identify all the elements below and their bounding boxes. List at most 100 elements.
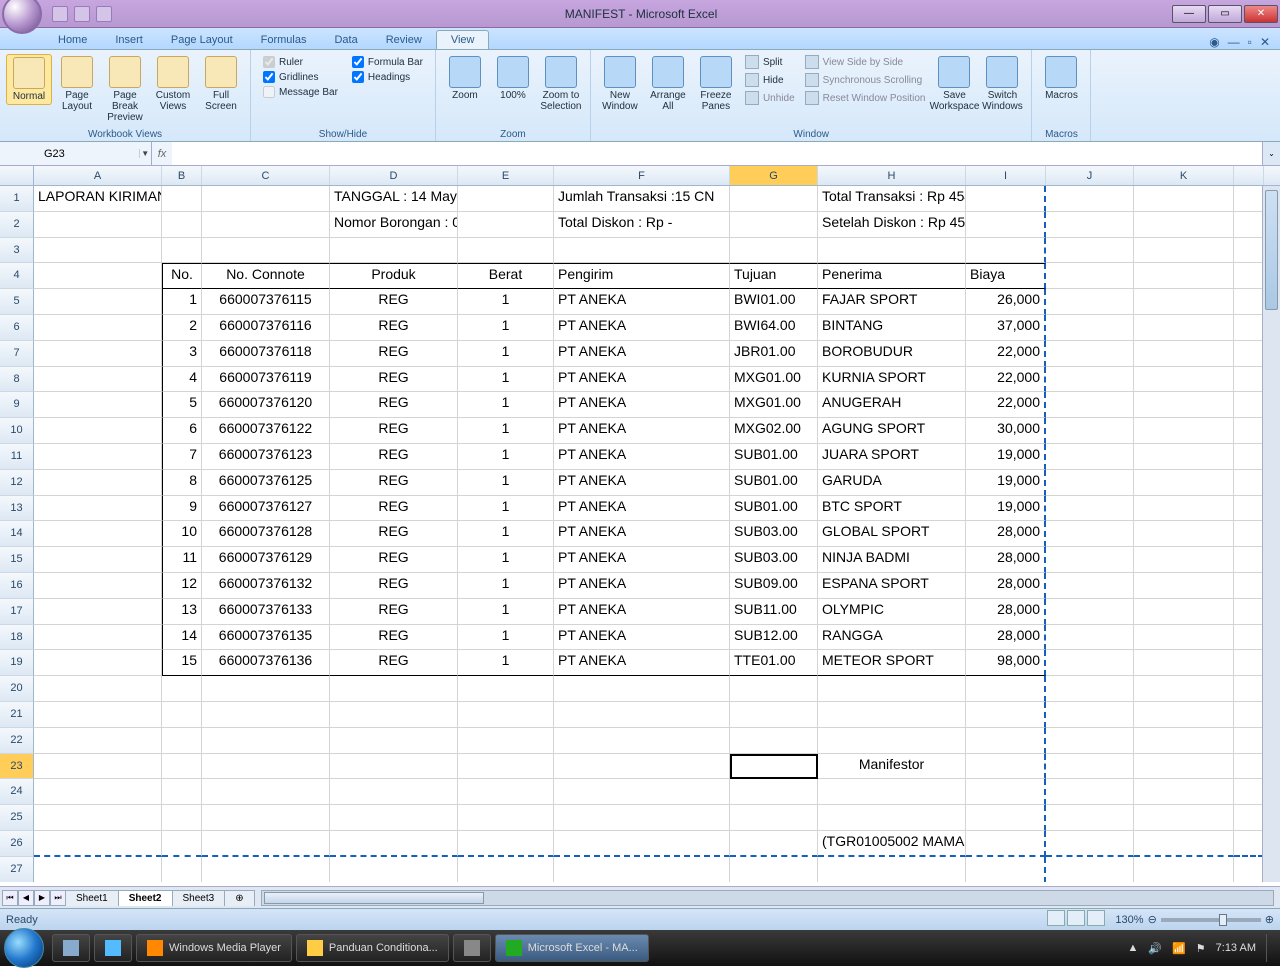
cell[interactable] bbox=[202, 857, 330, 882]
cell[interactable] bbox=[1234, 676, 1264, 702]
cell[interactable] bbox=[1134, 831, 1234, 857]
cell[interactable]: GARUDA bbox=[818, 470, 966, 496]
cell[interactable]: REG bbox=[330, 392, 458, 418]
cell[interactable] bbox=[1134, 444, 1234, 470]
cell[interactable] bbox=[162, 728, 202, 754]
cell[interactable]: REG bbox=[330, 547, 458, 573]
cell[interactable]: 1 bbox=[458, 599, 554, 625]
cell[interactable] bbox=[458, 831, 554, 857]
cell[interactable]: 1 bbox=[162, 289, 202, 315]
cell[interactable]: SUB03.00 bbox=[730, 547, 818, 573]
cell[interactable]: REG bbox=[330, 289, 458, 315]
cell[interactable]: 660007376127 bbox=[202, 496, 330, 522]
cell[interactable] bbox=[202, 676, 330, 702]
cell[interactable]: 1 bbox=[458, 650, 554, 676]
cell[interactable] bbox=[1234, 367, 1264, 393]
show-desktop[interactable] bbox=[1266, 934, 1276, 962]
cell[interactable] bbox=[554, 238, 730, 264]
cell[interactable]: REG bbox=[330, 341, 458, 367]
tab-review[interactable]: Review bbox=[372, 31, 436, 49]
row-header-7[interactable]: 7 bbox=[0, 341, 34, 367]
worksheet-grid[interactable]: A B C D E F G H I J K 1LAPORAN KIRIMAN B… bbox=[0, 166, 1280, 886]
cell[interactable]: Tujuan bbox=[730, 263, 818, 289]
cell[interactable] bbox=[1134, 186, 1234, 212]
reset-pos-button[interactable]: Reset Window Position bbox=[801, 90, 930, 106]
horizontal-scrollbar[interactable] bbox=[261, 890, 1274, 906]
cell[interactable] bbox=[1046, 857, 1134, 882]
cell[interactable]: 1 bbox=[458, 418, 554, 444]
cell[interactable] bbox=[162, 857, 202, 882]
formula-bar-checkbox[interactable]: Formula Bar bbox=[352, 56, 423, 68]
gridlines-checkbox[interactable]: Gridlines bbox=[263, 71, 338, 83]
cell[interactable] bbox=[1046, 573, 1134, 599]
cell[interactable] bbox=[1234, 289, 1264, 315]
cell[interactable] bbox=[34, 289, 162, 315]
col-header-F[interactable]: F bbox=[554, 166, 730, 185]
cell[interactable]: 1 bbox=[458, 547, 554, 573]
cell[interactable] bbox=[1134, 470, 1234, 496]
start-button[interactable] bbox=[4, 928, 44, 968]
zoom-100-button[interactable]: 100% bbox=[490, 54, 536, 103]
cell[interactable]: 660007376135 bbox=[202, 625, 330, 651]
cell[interactable]: Total Diskon : Rp - bbox=[554, 212, 730, 238]
cell[interactable] bbox=[330, 754, 458, 780]
cell[interactable]: 28,000 bbox=[966, 573, 1046, 599]
cell[interactable]: 13 bbox=[162, 599, 202, 625]
cell[interactable] bbox=[458, 857, 554, 882]
cell[interactable]: REG bbox=[330, 315, 458, 341]
cell[interactable] bbox=[1046, 496, 1134, 522]
row-header-15[interactable]: 15 bbox=[0, 547, 34, 573]
cell[interactable]: 660007376118 bbox=[202, 341, 330, 367]
cell[interactable]: ANUGERAH bbox=[818, 392, 966, 418]
cell[interactable] bbox=[1234, 625, 1264, 651]
cell[interactable]: 660007376136 bbox=[202, 650, 330, 676]
cell[interactable]: 19,000 bbox=[966, 496, 1046, 522]
cell[interactable]: PT ANEKA bbox=[554, 599, 730, 625]
col-header-E[interactable]: E bbox=[458, 166, 554, 185]
cell[interactable]: Berat bbox=[458, 263, 554, 289]
taskbar-wmp[interactable]: Windows Media Player bbox=[136, 934, 292, 962]
view-normal-icon[interactable] bbox=[1047, 910, 1065, 926]
row-header-21[interactable]: 21 bbox=[0, 702, 34, 728]
cell[interactable]: KURNIA SPORT bbox=[818, 367, 966, 393]
row-header-11[interactable]: 11 bbox=[0, 444, 34, 470]
cell[interactable] bbox=[1234, 702, 1264, 728]
cell[interactable] bbox=[1234, 341, 1264, 367]
cell[interactable] bbox=[966, 779, 1046, 805]
cell[interactable]: 6 bbox=[162, 418, 202, 444]
cell[interactable] bbox=[966, 754, 1046, 780]
cell[interactable] bbox=[1046, 418, 1134, 444]
row-header-5[interactable]: 5 bbox=[0, 289, 34, 315]
cell[interactable] bbox=[730, 728, 818, 754]
row-header-10[interactable]: 10 bbox=[0, 418, 34, 444]
cell[interactable] bbox=[730, 779, 818, 805]
cell[interactable] bbox=[1046, 341, 1134, 367]
cell[interactable] bbox=[1046, 367, 1134, 393]
cell[interactable] bbox=[202, 831, 330, 857]
cell[interactable] bbox=[1234, 315, 1264, 341]
cell[interactable]: PT ANEKA bbox=[554, 392, 730, 418]
cell[interactable] bbox=[1134, 779, 1234, 805]
cell[interactable]: Setelah Diskon : Rp 454,000.- bbox=[818, 212, 966, 238]
cell[interactable] bbox=[202, 702, 330, 728]
cell[interactable]: 30,000 bbox=[966, 418, 1046, 444]
close-doc-icon[interactable]: ✕ bbox=[1260, 35, 1270, 49]
cell[interactable] bbox=[162, 831, 202, 857]
headings-checkbox[interactable]: Headings bbox=[352, 71, 423, 83]
cell[interactable] bbox=[1234, 831, 1264, 857]
cell[interactable]: 1 bbox=[458, 444, 554, 470]
arrange-all-button[interactable]: Arrange All bbox=[645, 54, 691, 114]
zoom-level[interactable]: 130% bbox=[1115, 914, 1143, 926]
cell[interactable] bbox=[554, 728, 730, 754]
cell[interactable] bbox=[966, 831, 1046, 857]
cell[interactable] bbox=[202, 186, 330, 212]
cell[interactable]: PT ANEKA bbox=[554, 496, 730, 522]
cell[interactable]: 1 bbox=[458, 315, 554, 341]
macros-button[interactable]: Macros bbox=[1038, 54, 1084, 103]
cell[interactable] bbox=[1134, 650, 1234, 676]
cell[interactable] bbox=[1046, 754, 1134, 780]
cell[interactable]: MXG02.00 bbox=[730, 418, 818, 444]
cell[interactable]: 28,000 bbox=[966, 625, 1046, 651]
cell[interactable] bbox=[1046, 315, 1134, 341]
system-tray[interactable]: ▲ 🔊 📶 ⚑ 7:13 AM bbox=[1127, 934, 1276, 962]
